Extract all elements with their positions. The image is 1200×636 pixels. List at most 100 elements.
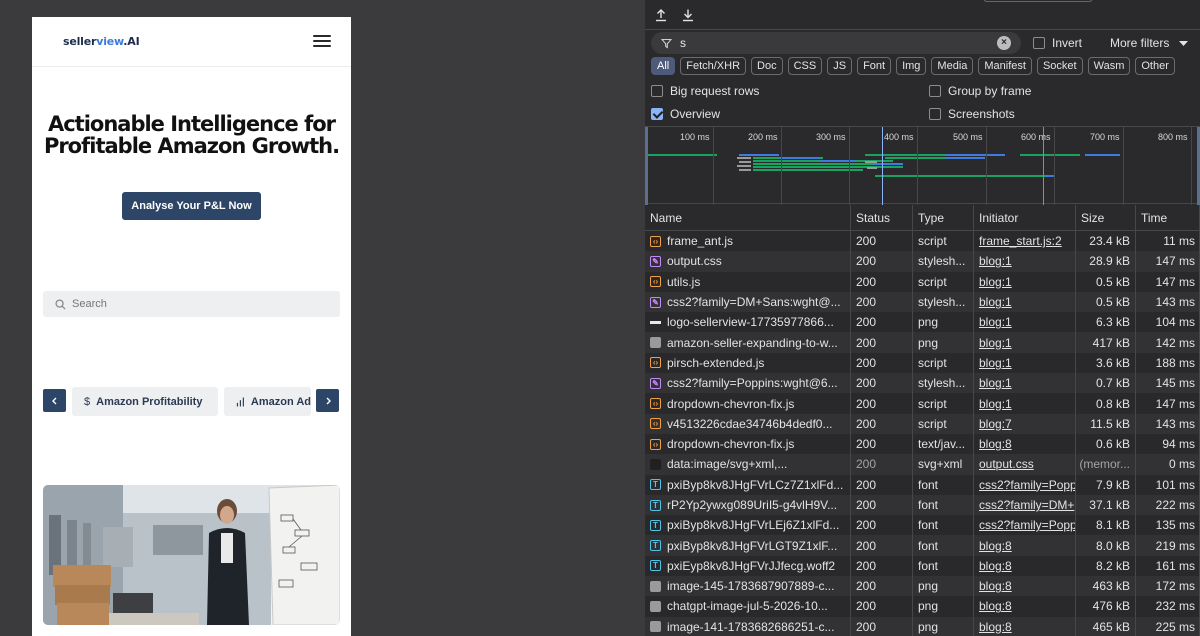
type-filter-fetch-xhr[interactable]: Fetch/XHR (680, 57, 747, 75)
request-initiator-link[interactable]: blog:8 (974, 433, 1076, 455)
screenshots-option[interactable]: Screenshots (929, 107, 1015, 121)
request-initiator-link[interactable]: blog:8 (974, 555, 1076, 577)
column-size-header[interactable]: Size (1076, 205, 1136, 231)
request-initiator-link[interactable]: blog:1 (974, 332, 1076, 353)
request-initiator-link[interactable]: output.css (974, 454, 1076, 475)
request-row[interactable]: ‹› v4513226cdae34746b4dedf0... 200 script bl… (645, 413, 1200, 434)
group-by-frame-option[interactable]: Group by frame (929, 84, 1031, 98)
request-row[interactable]: TpxiByp8kv8JHgFVrLGT9Z1xlF... 200 font blog… (645, 535, 1200, 556)
big-request-rows-option[interactable]: Big request rows (651, 84, 759, 98)
request-initiator-link[interactable]: blog:8 (974, 616, 1076, 636)
column-time-header[interactable]: Time (1136, 205, 1200, 231)
request-name-cell[interactable]: chatgpt-image-jul-5-2026-10... (645, 596, 851, 617)
request-row[interactable]: TpxiEyp8kv8JHgFVrJJfecg.woff2 200 font blog… (645, 555, 1200, 577)
request-initiator-link[interactable]: blog:8 (974, 535, 1076, 556)
invert-checkbox[interactable]: Invert (1033, 36, 1082, 50)
type-filter-doc[interactable]: Doc (751, 57, 783, 75)
search-field[interactable] (43, 291, 340, 317)
request-initiator-link[interactable]: css2?family=Popp (974, 474, 1076, 495)
request-initiator-link[interactable]: css2?family=Popp (974, 515, 1076, 536)
request-initiator-link[interactable]: blog:8 (974, 596, 1076, 617)
request-name-cell[interactable]: ✎ output.css (645, 251, 851, 272)
category-chip-amazon-ad[interactable]: Amazon Ad (224, 387, 311, 416)
warehouse-article-image[interactable] (43, 485, 340, 625)
request-initiator-link[interactable]: blog:1 (974, 251, 1076, 272)
network-overview-timeline[interactable]: 100 ms 200 ms 300 ms 400 ms 500 ms 600 ms 700 … (645, 126, 1200, 205)
request-name-cell[interactable]: ‹› dropdown-chevron-fix.js (645, 393, 851, 414)
type-filter-media[interactable]: Media (931, 57, 974, 75)
request-initiator-link[interactable]: blog:1 (974, 393, 1076, 414)
request-initiator-link[interactable]: frame_start.js:2 (974, 231, 1076, 252)
request-name-cell[interactable]: ‹› dropdown-chevron-fix.js (645, 433, 851, 455)
column-name-header[interactable]: Name (645, 205, 851, 231)
request-name-cell[interactable]: image-145-1783687907889-c... (645, 576, 851, 597)
request-name-cell[interactable]: TpxiByp8kv8JHgFVrLEj6Z1xlFd... (645, 515, 851, 536)
request-row[interactable]: ‹› dropdown-chevron-fix.js 200 script blog:1… (645, 393, 1200, 414)
more-filters-dropdown[interactable]: More filters (1110, 36, 1188, 50)
carousel-next-button[interactable] (316, 389, 339, 412)
carousel-prev-button[interactable] (43, 389, 66, 412)
category-chip-amazon-profitability[interactable]: $ Amazon Profitability (72, 387, 218, 416)
upload-icon[interactable] (654, 8, 668, 22)
request-row[interactable]: ✎ css2?family=DM+Sans:wght@... 200 stylesh.… (645, 291, 1200, 313)
request-row[interactable]: TpxiByp8kv8JHgFVrLCz7Z1xlFd... 200 font css… (645, 474, 1200, 495)
overview-option[interactable]: Overview (651, 107, 720, 121)
request-row[interactable]: TpxiByp8kv8JHgFVrLEj6Z1xlFd... 200 font css… (645, 515, 1200, 536)
request-initiator-link[interactable]: blog:1 (974, 352, 1076, 374)
request-name-cell[interactable]: ✎ css2?family=Poppins:wght@6... (645, 373, 851, 394)
request-row[interactable]: ‹› dropdown-chevron-fix.js 200 text/jav... b… (645, 433, 1200, 455)
request-row[interactable]: ✎ output.css 200 stylesh... blog:1 28.9 kB 147… (645, 251, 1200, 272)
request-row[interactable]: chatgpt-image-jul-5-2026-10... 200 png blog… (645, 596, 1200, 617)
request-row[interactable]: ‹› pirsch-extended.js 200 script blog:1 3.6 k… (645, 352, 1200, 374)
type-filter-manifest[interactable]: Manifest (978, 57, 1032, 75)
request-row[interactable]: logo-sellerview-17735977866... 200 png blog… (645, 312, 1200, 333)
request-name-cell[interactable]: TpxiByp8kv8JHgFVrLGT9Z1xlF... (645, 535, 851, 556)
request-row[interactable]: data:image/svg+xml,... 200 svg+xml output.c… (645, 454, 1200, 475)
request-name-cell[interactable]: ‹› utils.js (645, 271, 851, 292)
request-initiator-link[interactable]: blog:8 (974, 576, 1076, 597)
request-initiator-link[interactable]: blog:7 (974, 413, 1076, 434)
type-filter-wasm[interactable]: Wasm (1087, 57, 1131, 75)
type-filter-other[interactable]: Other (1135, 57, 1175, 75)
request-name-cell[interactable]: TrP2Yp2ywxg089UriI5-g4vlH9V... (645, 494, 851, 516)
request-name-cell[interactable]: TpxiEyp8kv8JHgFVrJJfecg.woff2 (645, 555, 851, 577)
request-name-cell[interactable]: TpxiByp8kv8JHgFVrLCz7Z1xlFd... (645, 474, 851, 495)
hamburger-menu-icon[interactable] (313, 35, 331, 49)
big-request-rows-checkbox[interactable] (651, 85, 663, 97)
filter-input[interactable]: s × (651, 32, 1021, 54)
request-name-cell[interactable]: ‹› v4513226cdae34746b4dedf0... (645, 413, 851, 434)
column-initiator-header[interactable]: Initiator (974, 205, 1076, 231)
group-by-frame-checkbox[interactable] (929, 85, 941, 97)
site-logo[interactable]: sellerview.AI (63, 35, 140, 48)
clear-filter-icon[interactable]: × (997, 36, 1011, 50)
type-filter-all[interactable]: All (651, 57, 676, 75)
screenshots-checkbox[interactable] (929, 108, 941, 120)
request-name-cell[interactable]: image-141-1783682686251-c... (645, 616, 851, 636)
throttling-dropdown[interactable] (983, 0, 1093, 2)
request-row[interactable]: TrP2Yp2ywxg089UriI5-g4vlH9V... 200 font css… (645, 494, 1200, 516)
request-row[interactable]: image-141-1783682686251-c... 200 png blog:8… (645, 616, 1200, 636)
request-name-cell[interactable]: amazon-seller-expanding-to-w... (645, 332, 851, 353)
download-icon[interactable] (681, 8, 695, 22)
request-initiator-link[interactable]: blog:1 (974, 291, 1076, 313)
analyse-pl-button[interactable]: Analyse Your P&L Now (122, 192, 261, 220)
request-initiator-link[interactable]: blog:1 (974, 312, 1076, 333)
request-row[interactable]: ✎ css2?family=Poppins:wght@6... 200 stylesh… (645, 373, 1200, 394)
request-name-cell[interactable]: data:image/svg+xml,... (645, 454, 851, 475)
request-initiator-link[interactable]: blog:1 (974, 373, 1076, 394)
column-status-header[interactable]: Status (851, 205, 913, 231)
type-filter-font[interactable]: Font (857, 57, 892, 75)
request-row[interactable]: image-145-1783687907889-c... 200 png blog:8… (645, 576, 1200, 597)
request-name-cell[interactable]: ✎ css2?family=DM+Sans:wght@... (645, 291, 851, 313)
request-initiator-link[interactable]: css2?family=DM+ (974, 494, 1076, 516)
column-type-header[interactable]: Type (913, 205, 974, 231)
request-initiator-link[interactable]: blog:1 (974, 271, 1076, 292)
request-name-cell[interactable]: ‹› frame_ant.js (645, 231, 851, 252)
type-filter-socket[interactable]: Socket (1036, 57, 1083, 75)
type-filter-css[interactable]: CSS (787, 57, 823, 75)
request-row[interactable]: ‹› frame_ant.js 200 script frame_start.js:2 2… (645, 231, 1200, 252)
type-filter-img[interactable]: Img (896, 57, 927, 75)
invert-checkbox-box[interactable] (1033, 37, 1045, 49)
request-name-cell[interactable]: logo-sellerview-17735977866... (645, 312, 851, 333)
request-name-cell[interactable]: ‹› pirsch-extended.js (645, 352, 851, 374)
